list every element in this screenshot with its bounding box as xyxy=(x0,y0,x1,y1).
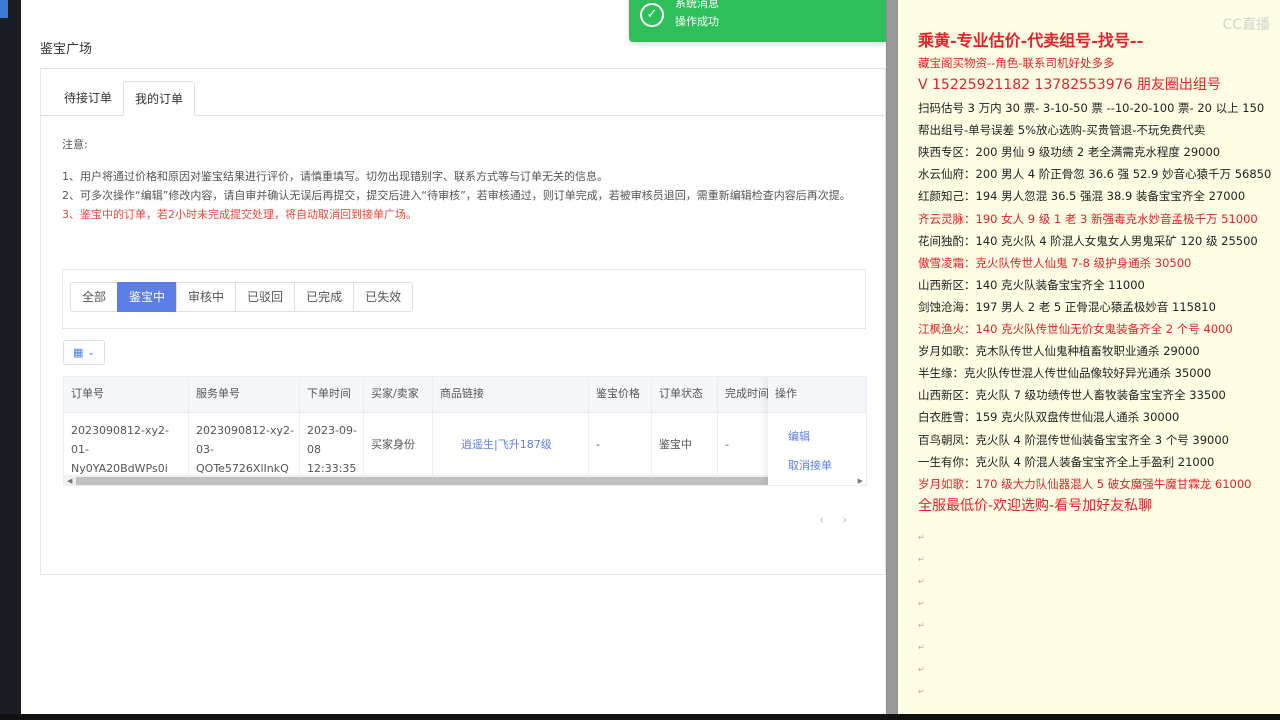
cell-price: - xyxy=(589,413,652,475)
left-taskbar xyxy=(0,0,21,720)
notice-line-2: 2、可多次操作“编辑”修改内容，请自审并确认无误后再提交，提交后进入“待审核”，… xyxy=(62,189,851,202)
paragraph-mark-icon: ↵ xyxy=(918,533,925,542)
notice-block: 注意: 1、用户将通过价格和原因对鉴宝结果进行评价，请慎重填写。切勿出现错别字、… xyxy=(62,135,862,224)
cancel-order-button[interactable]: 取消接单 xyxy=(788,451,866,480)
header-order-time: 下单时间 xyxy=(300,377,364,413)
edit-button[interactable]: 编辑 xyxy=(788,422,866,451)
notice-line-3: 3、鉴宝中的订单，若2小时未完成提交处理，将自动取消回到接单广场。 xyxy=(62,208,417,221)
column-settings-button[interactable]: ▦ ⌄ xyxy=(63,340,105,365)
scrollbar-thumb[interactable] xyxy=(76,477,801,485)
table-row: 2023090812-xy2- 01- Ny0YA20BdWPs0i 20230… xyxy=(64,413,866,475)
header-role: 买家/卖家 xyxy=(364,377,433,413)
status-filter: 全部 鉴宝中 审核中 已驳回 已完成 已失效 xyxy=(70,282,414,312)
paragraph-mark-icon: ↵ xyxy=(918,687,925,696)
bottom-edge xyxy=(0,714,1280,720)
filter-all[interactable]: 全部 xyxy=(70,282,119,312)
horizontal-scrollbar[interactable]: ◀ xyxy=(64,475,801,485)
scroll-right-icon[interactable]: ▶ xyxy=(858,475,863,485)
document-line: 藏宝阁买物资--角色-联系司机好处多多 xyxy=(918,56,1115,70)
table-header: 订单号 服务单号 下单时间 买家/卖家 商品链接 鉴宝价格 订单状态 完成时间 xyxy=(64,377,866,413)
page-title: 鉴宝广场 xyxy=(40,42,93,57)
notice-line-1: 1、用户将通过价格和原因对鉴宝结果进行评价，请慎重填写。切勿出现错别字、联系方式… xyxy=(62,170,608,183)
filter-appraising[interactable]: 鉴宝中 xyxy=(117,282,178,312)
chevron-down-icon: ⌄ xyxy=(87,347,95,358)
document-line: 全服最低价-欢迎选购-看号加好友私聊 xyxy=(918,497,1153,514)
document-line: 山西新区：140 克火队装备宝宝齐全 11000 xyxy=(918,277,1145,292)
toast-message: 操作成功 xyxy=(675,15,719,28)
pagination: ‹ › xyxy=(819,513,847,528)
check-circle-icon: ✓ xyxy=(640,3,664,27)
notice-title: 注意: xyxy=(62,138,88,151)
filter-reviewing[interactable]: 审核中 xyxy=(176,282,237,312)
window-scrollbar-thumb[interactable] xyxy=(887,0,897,714)
document-line: 一生有你：克火队 4 阶混人装备宝宝齐全上手盈利 21000 xyxy=(918,454,1215,469)
tabs: 待接订单 我的订单 xyxy=(53,81,196,116)
document-line: 陕西专区：200 男仙 9 级功绩 2 老全满需克水程度 29000 xyxy=(918,145,1221,160)
tab-my-orders[interactable]: 我的订单 xyxy=(123,81,196,116)
header-order-no: 订单号 xyxy=(64,377,189,413)
orders-card: 待接订单 我的订单 注意: 1、用户将通过价格和原因对鉴宝结果进行评价，请慎重填… xyxy=(40,68,886,575)
operations-column: 操作 编辑 取消接单 ▶ xyxy=(768,377,866,485)
cell-order-time: 2023-09- 08 12:33:35 xyxy=(300,413,364,475)
document-line: 半生缘：克火队传世混人传世仙品像较好异光通杀 35000 xyxy=(918,366,1212,381)
document-panel: CC直播 乘黄-专业估价-代卖组号-找号-- 藏宝阁买物资--角色-联系司机好处多… xyxy=(898,0,1280,714)
document-line: 岁月如歌：克木队传世人仙鬼种植畜牧职业通杀 29000 xyxy=(918,344,1200,359)
filter-expired[interactable]: 已失效 xyxy=(353,282,414,312)
scroll-left-icon[interactable]: ◀ xyxy=(67,475,72,485)
document-line: 岁月如歌：170 级大力队仙器混人 5 破女魔强牛魔甘霖龙 61000 xyxy=(918,476,1252,491)
cell-status: 鉴宝中 xyxy=(652,413,718,475)
document-line: 乘黄-专业估价-代卖组号-找号-- xyxy=(918,31,1144,50)
filter-rejected[interactable]: 已驳回 xyxy=(235,282,296,312)
document-line: 傲雪凌霜：克火队传世人仙鬼 7-8 级护身通杀 30500 xyxy=(918,255,1192,270)
header-price: 鉴宝价格 xyxy=(589,377,652,413)
document-line: 花间独酌：140 克火队 4 阶混人女鬼女人男鬼采矿 120 级 25500 xyxy=(918,233,1258,248)
header-ops: 操作 xyxy=(768,377,866,413)
paragraph-mark-icon: ↵ xyxy=(918,555,925,564)
header-product-link: 商品链接 xyxy=(433,377,589,413)
grid-icon: ▦ xyxy=(73,346,84,359)
cell-service-no: 2023090812-xy2- 03- QOTe5726XlInkQ xyxy=(189,413,300,475)
header-status: 订单状态 xyxy=(652,377,718,413)
document-line: 红颜知己：194 男人忽混 36.5 强混 38.9 装备宝宝齐全 27000 xyxy=(918,189,1246,204)
taskbar-accent xyxy=(0,0,8,18)
cell-product-link: 逍遥生|飞升187级 xyxy=(433,413,589,475)
document-text: 乘黄-专业估价-代卖组号-找号-- 藏宝阁买物资--角色-联系司机好处多多 V 15… xyxy=(918,30,1278,518)
document-line: V 15225921182 13782553976 朋友圈出组号 xyxy=(918,77,1221,94)
paragraph-mark-icon: ↵ xyxy=(918,665,925,674)
prev-page-icon[interactable]: ‹ xyxy=(819,513,824,528)
next-page-icon[interactable]: › xyxy=(842,513,847,528)
document-line: 江枫渔火：140 克火队传世仙无价女鬼装备齐全 2 个号 4000 xyxy=(918,322,1233,337)
filter-completed[interactable]: 已完成 xyxy=(294,282,355,312)
product-link[interactable]: 逍遥生|飞升187级 xyxy=(461,435,552,454)
document-line: 水云仙府：200 男人 4 阶正骨忽 36.6 强 52.9 妙音心猿千万 56… xyxy=(918,167,1272,182)
toast-title: 系统消息 xyxy=(675,0,719,10)
window-scrollbar[interactable] xyxy=(886,0,898,714)
document-line: 帮出组号-单号误差 5%放心选购-买贵管退-不玩免费代卖 xyxy=(918,123,1206,138)
orders-table: 订单号 服务单号 下单时间 买家/卖家 商品链接 鉴宝价格 订单状态 完成时间 … xyxy=(63,376,867,486)
paragraph-mark-icon: ↵ xyxy=(918,577,925,586)
paragraph-mark-icon: ↵ xyxy=(918,643,925,652)
document-line: 剑蚀沧海：197 男人 2 老 5 正骨混心猿孟极妙音 115810 xyxy=(918,299,1216,314)
document-line: 齐云灵脉：190 女人 9 级 1 老 3 新强毒克水妙音孟极千万 51000 xyxy=(918,211,1258,226)
empty-paragraph-marks: ↵ ↵ ↵ ↵ ↵ ↵ ↵ ↵ xyxy=(918,527,938,703)
document-line: 扫码估号 3 万内 30 票- 3-10-50 票 --10-20-100 票-… xyxy=(918,101,1265,116)
tab-pending-orders[interactable]: 待接订单 xyxy=(53,81,123,116)
document-line: 百鸟朝凤：克火队 4 阶混传世仙装备宝宝齐全 3 个号 39000 xyxy=(918,432,1229,447)
success-toast: ✓ 系统消息 操作成功 xyxy=(629,0,886,42)
document-line: 山西新区：克火队 7 级功绩传世人畜牧装备宝宝齐全 33500 xyxy=(918,388,1226,403)
status-filter-box: 全部 鉴宝中 审核中 已驳回 已完成 已失效 xyxy=(62,269,866,329)
app-window: 鉴宝广场 待接订单 我的订单 注意: 1、用户将通过价格和原因对鉴宝结果进行评价… xyxy=(21,0,886,714)
paragraph-mark-icon: ↵ xyxy=(918,599,925,608)
row-actions: 编辑 取消接单 xyxy=(768,413,866,480)
paragraph-mark-icon: ↵ xyxy=(918,621,925,630)
header-service-no: 服务单号 xyxy=(189,377,300,413)
cell-order-no: 2023090812-xy2- 01- Ny0YA20BdWPs0i xyxy=(64,413,189,475)
document-line: 白衣胜雪：159 克火队双盘传世仙混人通杀 30000 xyxy=(918,410,1180,425)
cell-role: 买家身份 xyxy=(364,413,433,475)
